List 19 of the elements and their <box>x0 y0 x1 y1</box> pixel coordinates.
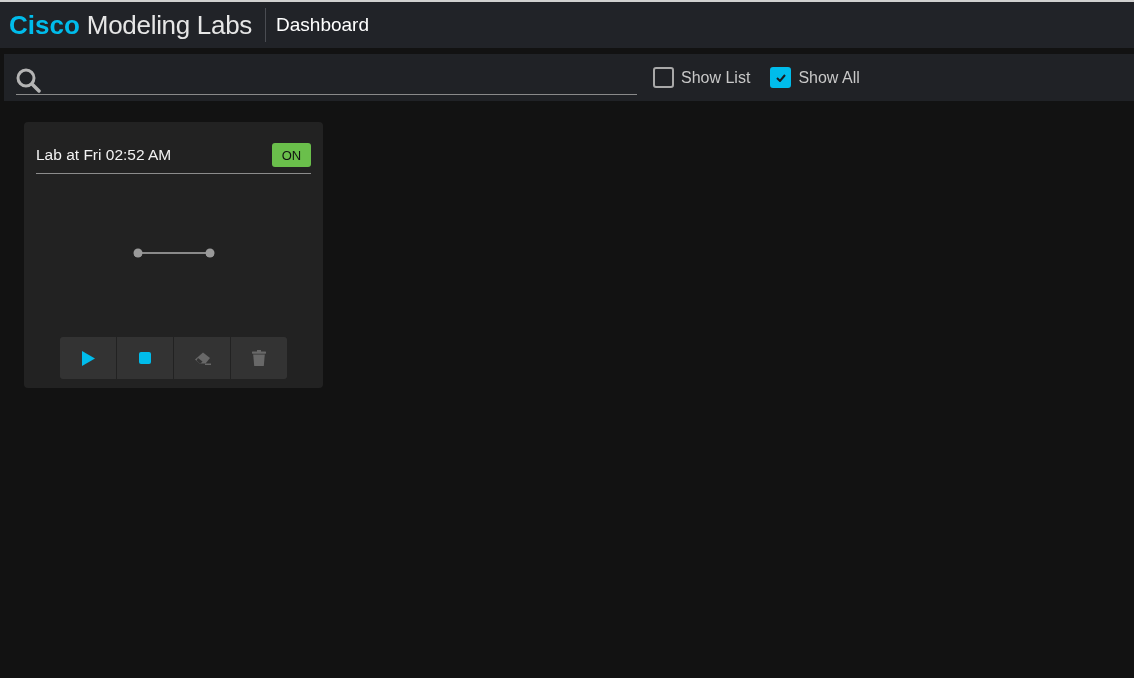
check-icon <box>775 73 786 82</box>
search-field[interactable] <box>16 66 637 95</box>
checkbox-label: Show List <box>681 68 751 87</box>
lab-card[interactable]: Lab at Fri 02:52 AM ON <box>24 122 323 388</box>
stop-button[interactable] <box>117 337 173 379</box>
play-icon <box>81 350 95 366</box>
eraser-icon <box>193 351 211 365</box>
start-button[interactable] <box>60 337 116 379</box>
checkbox-label: Show All <box>798 68 860 87</box>
lab-title: Lab at Fri 02:52 AM <box>36 146 172 164</box>
trash-icon <box>252 350 266 366</box>
product-name: Modeling Labs <box>86 9 253 41</box>
brand-name: Cisco <box>9 9 80 41</box>
stop-icon <box>139 352 151 364</box>
search-icon <box>16 67 41 93</box>
page-title: Dashboard <box>276 14 369 36</box>
checkbox[interactable] <box>653 67 674 88</box>
checkbox[interactable] <box>770 67 792 88</box>
status-badge: ON <box>272 143 311 167</box>
